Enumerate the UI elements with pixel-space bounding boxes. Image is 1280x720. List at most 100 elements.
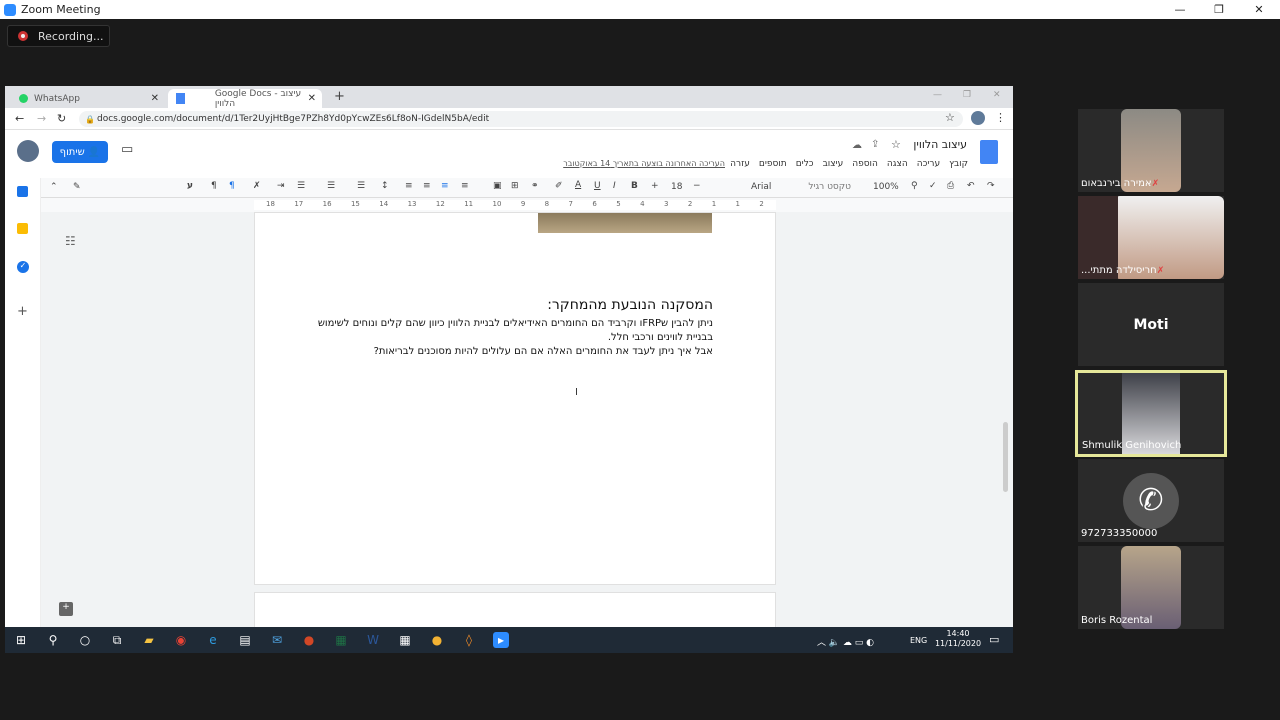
text-color-icon[interactable]: A [575, 180, 581, 190]
align-right-icon[interactable]: ≡ [423, 181, 431, 191]
clear-format-icon[interactable]: ✗ [253, 181, 261, 191]
rtl-text-icon[interactable]: ע [187, 181, 193, 191]
mail-icon[interactable]: ✉ [269, 632, 285, 648]
last-edit-link[interactable]: העריכה האחרונה בוצעה בתאריך 14 באוקטובר [545, 159, 725, 168]
back-icon[interactable]: ← [15, 112, 24, 125]
keep-icon[interactable] [17, 223, 28, 234]
powerpoint-icon[interactable]: ● [301, 632, 317, 648]
account-avatar[interactable] [17, 140, 39, 162]
zoom-select[interactable]: 100% [873, 182, 899, 192]
link-icon[interactable]: ⚭ [531, 181, 539, 191]
tab-whatsapp[interactable]: WhatsApp ✕ [13, 89, 165, 108]
cortana-icon[interactable]: ○ [77, 632, 93, 648]
language-indicator[interactable]: ENG [910, 636, 927, 645]
system-tray-icons[interactable]: ︿ 🔈 ☁ ▭ ◐ [817, 635, 874, 648]
conclusion-heading[interactable]: המסקנה הנובעת מהמחקר: [315, 297, 713, 313]
menu-file[interactable]: קובץ [949, 159, 968, 169]
line-spacing-icon[interactable]: ↕ [381, 181, 389, 191]
explore-icon[interactable]: + [59, 602, 73, 616]
bold-icon[interactable]: B [631, 181, 638, 191]
add-addon-icon[interactable]: + [17, 304, 28, 319]
forward-icon[interactable]: → [37, 112, 46, 125]
menu-format[interactable]: עיצוב [823, 159, 844, 169]
menu-addons[interactable]: תוספים [759, 159, 787, 169]
word-icon[interactable]: W [365, 632, 381, 648]
menu-tools[interactable]: כלים [796, 159, 814, 169]
search-icon[interactable]: ⚲ [45, 632, 61, 648]
document-canvas[interactable]: ☷ המסקנה הנובעת מהמחקר: ניתן להבין שFRPו… [41, 212, 1013, 632]
align-center-icon[interactable]: ≡ [441, 181, 449, 191]
minimize-button[interactable]: — [1160, 0, 1200, 19]
decrease-font-icon[interactable]: − [693, 181, 701, 191]
comment-add-icon[interactable]: ⊞ [511, 181, 519, 191]
font-size-field[interactable]: 18 [671, 182, 682, 192]
menu-insert[interactable]: הוספה [852, 159, 878, 169]
app-icon[interactable]: ● [429, 632, 445, 648]
store-icon[interactable]: ▤ [237, 632, 253, 648]
italic-icon[interactable]: I [613, 181, 616, 191]
font-select[interactable]: Arial [751, 182, 771, 192]
move-icon[interactable]: ⇪ [871, 139, 879, 150]
menu-edit[interactable]: עריכה [917, 159, 940, 169]
style-select[interactable]: טקסט רגיל [801, 182, 851, 192]
notification-icon[interactable]: ▭ [989, 633, 999, 646]
paint-format-icon[interactable]: ⚲ [911, 181, 918, 191]
participant-tile[interactable]: ✗אמירה בירנבאום [1078, 109, 1224, 192]
edge-icon[interactable]: e [205, 632, 221, 648]
bullet-list-icon[interactable]: ☰ [327, 181, 335, 191]
redo-icon[interactable]: ↷ [987, 181, 995, 191]
document-page-next[interactable] [254, 592, 776, 632]
scrollbar-thumb[interactable] [1003, 422, 1008, 492]
ltr-paragraph-icon[interactable]: ¶ [211, 181, 217, 191]
maximize-button[interactable]: ❐ [1199, 0, 1239, 19]
browser-menu-icon[interactable]: ⋮ [995, 111, 1006, 124]
profile-avatar[interactable] [971, 111, 985, 125]
insert-image-icon[interactable]: ▣ [493, 181, 502, 191]
justify-icon[interactable]: ≡ [405, 181, 413, 191]
calendar-icon[interactable] [17, 186, 28, 197]
chrome-icon[interactable]: ◉ [173, 632, 189, 648]
windows-start-icon[interactable]: ⊞ [13, 632, 29, 648]
browser-close-button[interactable]: ✕ [993, 90, 1001, 100]
tasks-icon[interactable]: ✓ [17, 261, 29, 273]
new-tab-button[interactable]: + [334, 89, 345, 104]
clock[interactable]: 14:40 11/11/2020 [933, 629, 983, 649]
indent-icon[interactable]: ⇥ [277, 181, 285, 191]
menu-help[interactable]: עזרה [730, 159, 750, 169]
highlight-icon[interactable]: ✐ [555, 181, 563, 191]
undo-icon[interactable]: ↶ [967, 181, 975, 191]
tank-image[interactable] [538, 213, 712, 233]
bookmark-star-icon[interactable]: ☆ [945, 111, 955, 124]
excel-icon[interactable]: ▦ [333, 632, 349, 648]
calculator-icon[interactable]: ▦ [397, 632, 413, 648]
close-button[interactable]: ✕ [1239, 0, 1279, 19]
close-tab-icon[interactable]: ✕ [151, 93, 159, 104]
participant-tile[interactable]: ✆ 972733350000 [1078, 459, 1224, 542]
outline-icon[interactable]: ☷ [65, 234, 76, 248]
task-view-icon[interactable]: ⧉ [109, 632, 125, 648]
menu-view[interactable]: הצגה [887, 159, 908, 169]
close-tab-icon[interactable]: ✕ [308, 93, 316, 104]
url-input[interactable]: 🔒 docs.google.com/document/d/1Ter2UyjHtB… [79, 111, 963, 127]
participant-tile[interactable]: ✗חריסילדה מתתי... [1078, 196, 1224, 279]
doc-title[interactable]: עיצוב הלווין [905, 138, 967, 151]
numbered-list-icon[interactable]: ☰ [297, 181, 305, 191]
participant-tile-active-speaker[interactable]: Shmulik Genihovich [1075, 370, 1227, 457]
browser-minimize-button[interactable]: — [933, 90, 942, 100]
sketch-app-icon[interactable]: ◊ [461, 632, 477, 648]
doc-body[interactable]: ניתן להבין שFRPו וקרביד הם החומרים האידי… [315, 317, 713, 359]
align-left-icon[interactable]: ≡ [461, 181, 469, 191]
browser-maximize-button[interactable]: ❐ [963, 90, 971, 100]
increase-font-icon[interactable]: + [651, 181, 659, 191]
collapse-menus-icon[interactable]: ⌃ [50, 182, 58, 192]
comments-icon[interactable]: ▭ [121, 142, 133, 157]
docs-logo-icon[interactable] [980, 140, 998, 164]
zoom-taskbar-icon[interactable]: ▸ [493, 632, 509, 648]
recording-indicator[interactable]: Recording... [7, 25, 110, 47]
rtl-paragraph-icon[interactable]: ¶ [229, 181, 235, 191]
star-icon[interactable]: ☆ [891, 138, 901, 151]
reload-icon[interactable]: ↻ [57, 112, 66, 125]
edit-mode-icon[interactable]: ✎ [73, 182, 81, 192]
participant-tile[interactable]: Moti [1078, 283, 1224, 366]
file-explorer-icon[interactable]: ▰ [141, 632, 157, 648]
